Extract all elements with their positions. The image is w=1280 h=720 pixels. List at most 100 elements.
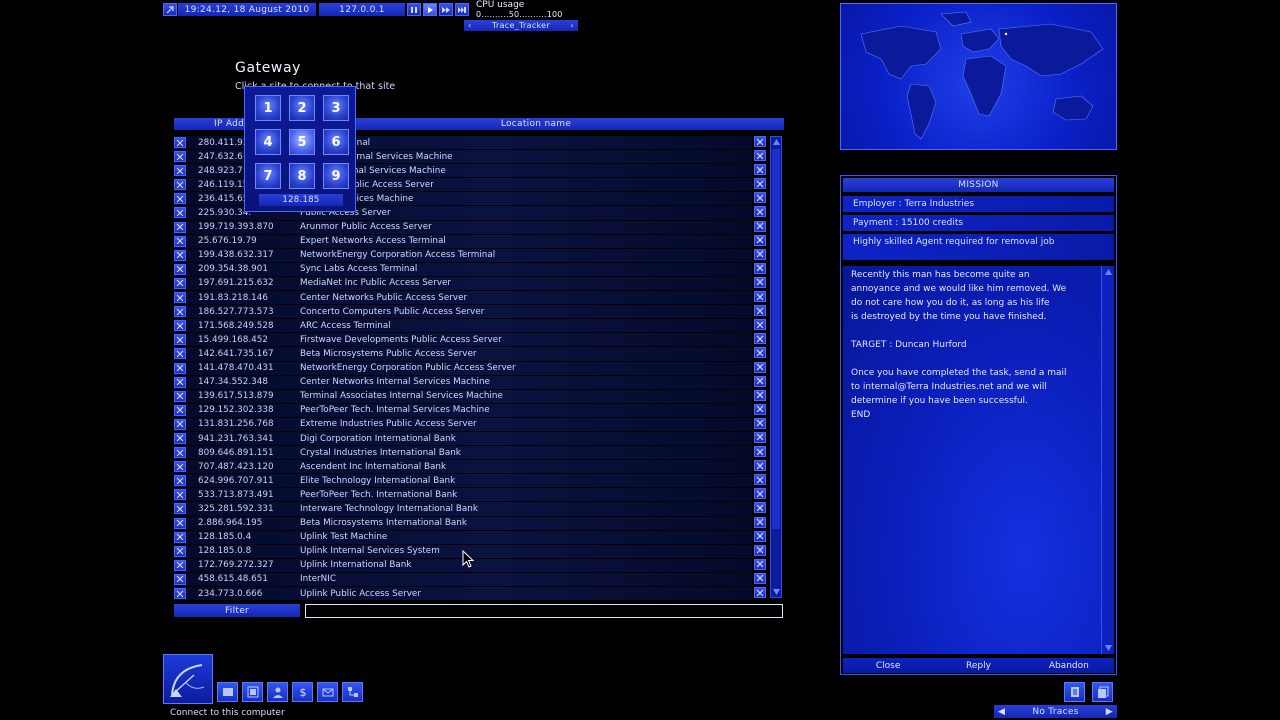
row-options-button[interactable] <box>754 474 766 486</box>
table-row[interactable]: 171.568.249.528 ARC Access Terminal <box>174 319 752 334</box>
table-row[interactable]: 139.617.513.879 Terminal Associates Inter… <box>174 389 752 404</box>
table-row[interactable]: 234.773.0.666 Uplink Public Access Server <box>174 587 752 602</box>
keypad-key-2[interactable]: 2 <box>289 95 315 121</box>
delete-entry-icon[interactable] <box>174 545 186 557</box>
column-header-location[interactable]: Location name <box>288 118 784 130</box>
delete-entry-icon[interactable] <box>174 348 186 360</box>
keypad-key-1[interactable]: 1 <box>255 95 281 121</box>
table-row[interactable]: 147.34.552.348 Center Networks Internal S… <box>174 375 752 390</box>
table-row[interactable]: 458.615.48.651 InterNIC <box>174 572 752 587</box>
table-row[interactable]: 533.713.873.491 PeerToPeer Tech. Internat… <box>174 488 752 503</box>
keypad-key-3[interactable]: 3 <box>323 95 349 121</box>
delete-entry-icon[interactable] <box>174 404 186 416</box>
delete-entry-icon[interactable] <box>174 573 186 585</box>
table-row[interactable]: 209.354.38.901 Sync Labs Access Terminal <box>174 262 752 277</box>
finance-tool-button[interactable]: $ <box>292 682 313 702</box>
scroll-up-icon[interactable] <box>1104 268 1113 276</box>
hardware-tool-button[interactable] <box>217 682 238 702</box>
filter-button[interactable]: Filter <box>174 604 300 617</box>
abandon-button[interactable]: Abandon <box>1024 658 1114 673</box>
delete-entry-icon[interactable] <box>174 362 186 374</box>
row-options-button[interactable] <box>754 530 766 542</box>
keypad-key-4[interactable]: 4 <box>255 129 281 155</box>
delete-entry-icon[interactable] <box>174 263 186 275</box>
row-options-button[interactable] <box>754 375 766 387</box>
table-row[interactable]: 131.831.256.768 Extreme Industries Public… <box>174 417 752 432</box>
personal-tool-button[interactable] <box>267 682 288 702</box>
table-row[interactable]: 191.83.218.146 Center Networks Public Acc… <box>174 291 752 306</box>
delete-entry-icon[interactable] <box>174 418 186 430</box>
close-button[interactable]: Close <box>843 658 933 673</box>
scroll-down-icon[interactable] <box>1104 644 1113 652</box>
row-options-button[interactable] <box>754 333 766 345</box>
delete-entry-icon[interactable] <box>174 207 186 219</box>
table-row[interactable]: 199.719.393.870 Arunmor Public Access Ser… <box>174 220 752 235</box>
table-row[interactable]: 941.231.763.341 Digi Corporation Internat… <box>174 431 752 447</box>
memory-tool-button[interactable] <box>242 682 263 702</box>
trace-tracker-selector[interactable]: ‹ Trace_Tracker › <box>464 20 578 31</box>
delete-entry-icon[interactable] <box>174 277 186 289</box>
delete-entry-icon[interactable] <box>174 292 186 304</box>
table-row[interactable]: 129.152.302.338 PeerToPeer Tech. Internal… <box>174 403 752 418</box>
chevron-right-icon[interactable]: › <box>570 21 574 30</box>
row-options-button[interactable] <box>754 587 766 598</box>
row-options-button[interactable] <box>754 431 766 443</box>
delete-entry-icon[interactable] <box>174 221 186 233</box>
row-options-button[interactable] <box>754 361 766 373</box>
row-options-button[interactable] <box>754 502 766 514</box>
scroll-up-icon[interactable] <box>772 138 781 146</box>
table-row[interactable]: 25.676.19.79 Expert Networks Access Termi… <box>174 234 752 249</box>
row-options-button[interactable] <box>754 164 766 176</box>
row-options-button[interactable] <box>754 319 766 331</box>
chevron-left-icon[interactable]: ◀ <box>998 707 1005 717</box>
row-options-button[interactable] <box>754 460 766 472</box>
play-button[interactable] <box>423 3 437 16</box>
keypad-key-8[interactable]: 8 <box>289 163 315 189</box>
delete-entry-icon[interactable] <box>174 235 186 247</box>
delete-entry-icon[interactable] <box>174 193 186 205</box>
delete-entry-icon[interactable] <box>174 306 186 318</box>
chevron-left-icon[interactable]: ‹ <box>468 21 472 30</box>
row-options-button[interactable] <box>754 446 766 458</box>
menu-button[interactable] <box>163 3 177 16</box>
server-list-scrollbar[interactable] <box>770 136 782 598</box>
row-options-button[interactable] <box>754 403 766 415</box>
table-row[interactable]: 186.527.773.573 Concerto Computers Public… <box>174 305 752 320</box>
row-options-button[interactable] <box>754 305 766 317</box>
keypad-key-9[interactable]: 9 <box>323 163 349 189</box>
table-row[interactable]: 2.886.964.195 Beta Microsystems Internati… <box>174 516 752 531</box>
documents-button[interactable] <box>1092 682 1113 702</box>
table-row[interactable]: 128.185.0.4 Uplink Test Machine <box>174 530 752 545</box>
fastest-button[interactable] <box>455 3 469 16</box>
connect-button[interactable] <box>163 654 213 704</box>
reply-button[interactable]: Reply <box>933 658 1023 673</box>
table-row[interactable]: 809.646.891.151 Crystal Industries Intern… <box>174 446 752 461</box>
delete-entry-icon[interactable] <box>174 376 186 388</box>
row-options-button[interactable] <box>754 136 766 147</box>
row-options-button[interactable] <box>754 248 766 260</box>
delete-entry-icon[interactable] <box>174 461 186 473</box>
table-row[interactable]: 141.478.470.431 NetworkEnergy Corporation… <box>174 361 752 376</box>
scrollbar-thumb[interactable] <box>772 149 780 529</box>
row-options-button[interactable] <box>754 417 766 429</box>
delete-entry-icon[interactable] <box>174 390 186 402</box>
delete-entry-icon[interactable] <box>174 559 186 571</box>
table-row[interactable]: 624.996.707.911 Elite Technology Internat… <box>174 474 752 489</box>
notes-button[interactable] <box>1064 682 1085 702</box>
row-options-button[interactable] <box>754 262 766 274</box>
row-options-button[interactable] <box>754 150 766 162</box>
scroll-down-icon[interactable] <box>772 588 781 596</box>
pause-button[interactable] <box>407 3 421 16</box>
fast-forward-button[interactable] <box>439 3 453 16</box>
row-options-button[interactable] <box>754 488 766 500</box>
row-options-button[interactable] <box>754 544 766 556</box>
table-row[interactable]: 142.641.735.167 Beta Microsystems Public … <box>174 347 752 362</box>
table-row[interactable]: 325.281.592.331 Interware Technology Inte… <box>174 502 752 517</box>
delete-entry-icon[interactable] <box>174 151 186 163</box>
delete-entry-icon[interactable] <box>174 249 186 261</box>
mission-scrollbar[interactable] <box>1101 266 1114 654</box>
email-tool-button[interactable] <box>317 682 338 702</box>
table-row[interactable]: 199.438.632.317 NetworkEnergy Corporation… <box>174 248 752 263</box>
table-row[interactable]: 707.487.423.120 Ascendent Inc Internation… <box>174 460 752 475</box>
keypad-key-7[interactable]: 7 <box>255 163 281 189</box>
